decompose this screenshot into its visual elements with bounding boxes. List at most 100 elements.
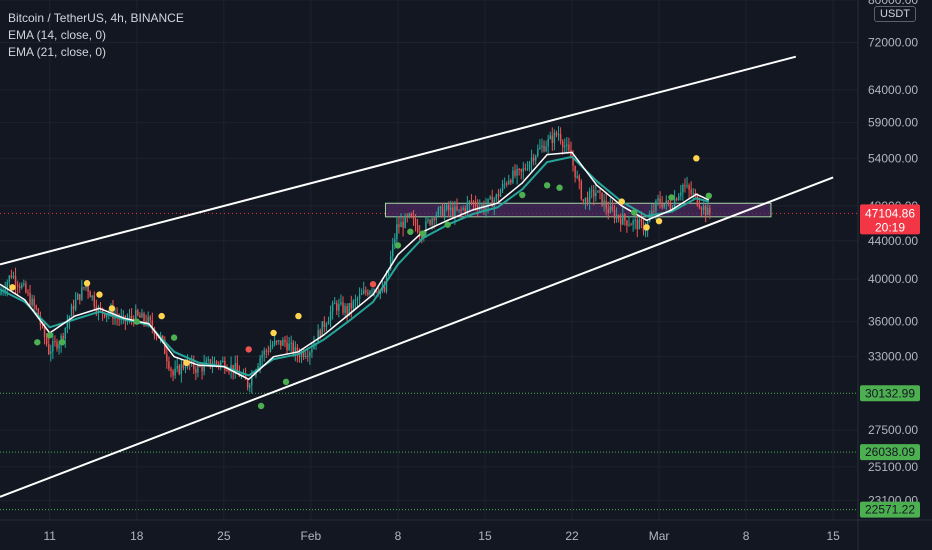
y-tick-label[interactable]: 44000.00 (868, 234, 918, 248)
candle-body[interactable] (207, 359, 210, 361)
candle-body[interactable] (630, 224, 632, 226)
candle-body[interactable] (290, 342, 292, 344)
candle-body[interactable] (336, 303, 338, 311)
candle-body[interactable] (228, 370, 230, 372)
candle-body[interactable] (83, 287, 85, 289)
candle-body[interactable] (215, 361, 218, 364)
candle-body[interactable] (259, 357, 261, 366)
candle-body[interactable] (537, 149, 539, 156)
candle-body[interactable] (394, 239, 396, 245)
candle-body[interactable] (52, 341, 54, 352)
candle-body[interactable] (472, 201, 475, 203)
candle-body[interactable] (437, 208, 440, 216)
candle-body[interactable] (628, 224, 630, 226)
candle-body[interactable] (702, 206, 705, 211)
support-level-label[interactable]: 22571.22 (865, 503, 915, 517)
candle-body[interactable] (356, 299, 359, 301)
candle-body[interactable] (288, 343, 290, 351)
candle-body[interactable] (414, 218, 417, 226)
candle-body[interactable] (597, 190, 599, 193)
signal-dot-green[interactable] (419, 230, 426, 237)
candle-body[interactable] (659, 198, 661, 204)
candle-body[interactable] (284, 339, 286, 343)
signal-dot-yellow[interactable] (270, 329, 277, 337)
y-tick-label[interactable]: 36000.00 (868, 315, 918, 329)
candle-body[interactable] (56, 341, 58, 349)
candle-body[interactable] (298, 355, 301, 358)
candle-body[interactable] (309, 352, 311, 357)
candle-body[interactable] (524, 168, 527, 170)
candle-body[interactable] (688, 185, 690, 190)
candle-body[interactable] (168, 361, 170, 369)
x-tick-label[interactable]: 25 (217, 529, 231, 543)
candle-body[interactable] (673, 198, 676, 209)
candle-body[interactable] (205, 360, 207, 363)
candle-body[interactable] (636, 219, 639, 230)
candle-body[interactable] (292, 342, 294, 354)
candle-body[interactable] (76, 294, 79, 300)
candle-body[interactable] (371, 290, 373, 292)
candle-body[interactable] (271, 344, 274, 348)
x-tick-label[interactable]: 15 (826, 529, 840, 543)
candle-body[interactable] (130, 315, 133, 319)
candle-body[interactable] (195, 368, 197, 373)
candle-body[interactable] (549, 135, 551, 140)
candle-body[interactable] (450, 207, 452, 211)
candle-body[interactable] (561, 141, 564, 148)
candle-body[interactable] (47, 344, 50, 354)
candle-body[interactable] (698, 205, 701, 209)
resistance-zone[interactable] (384, 202, 772, 218)
candle-body[interactable] (222, 360, 224, 362)
candle-body[interactable] (333, 303, 336, 305)
candle-body[interactable] (72, 305, 75, 310)
candle-body[interactable] (474, 201, 477, 207)
candle-body[interactable] (607, 208, 609, 213)
candle-body[interactable] (427, 219, 429, 222)
candle-body[interactable] (342, 302, 344, 313)
candle-body[interactable] (273, 340, 276, 345)
y-tick-label[interactable]: 25100.00 (868, 460, 918, 474)
candle-body[interactable] (176, 365, 178, 369)
candle-body[interactable] (307, 356, 309, 358)
candle-body[interactable] (54, 341, 56, 343)
candle-body[interactable] (599, 190, 601, 193)
candle-body[interactable] (557, 133, 560, 136)
candle-body[interactable] (638, 219, 641, 230)
candle-body[interactable] (626, 220, 628, 226)
y-tick-label[interactable]: 72000.00 (868, 35, 918, 49)
candle-body[interactable] (10, 275, 13, 278)
candle-body[interactable] (528, 162, 531, 169)
candle-body[interactable] (435, 215, 437, 221)
candle-body[interactable] (667, 200, 670, 204)
candle-body[interactable] (568, 144, 570, 151)
candle-body[interactable] (8, 275, 11, 282)
candle-body[interactable] (425, 221, 427, 234)
candle-body[interactable] (700, 208, 703, 211)
candle-body[interactable] (170, 368, 172, 371)
candle-body[interactable] (79, 294, 81, 300)
candle-body[interactable] (365, 290, 367, 293)
candle-body[interactable] (311, 348, 313, 353)
candle-body[interactable] (665, 200, 668, 204)
legend-ema21[interactable]: EMA (21, close, 0) (8, 44, 184, 61)
candle-body[interactable] (16, 284, 19, 287)
candle-body[interactable] (178, 365, 180, 375)
candle-body[interactable] (514, 170, 516, 176)
candle-body[interactable] (661, 203, 663, 208)
candle-body[interactable] (369, 291, 371, 295)
candle-body[interactable] (89, 291, 91, 298)
signal-dot-green[interactable] (668, 194, 675, 201)
candle-body[interactable] (508, 180, 510, 184)
candle-body[interactable] (321, 321, 323, 337)
candle-body[interactable] (27, 292, 29, 294)
candle-body[interactable] (236, 363, 239, 371)
candle-body[interactable] (566, 144, 568, 146)
signal-dot-green[interactable] (705, 192, 712, 200)
candle-body[interactable] (263, 350, 265, 356)
candle-body[interactable] (226, 369, 228, 371)
candle-body[interactable] (588, 190, 591, 204)
price-chart[interactable]: 80000.0072000.0064000.0059000.0054000.00… (0, 0, 932, 550)
y-tick-label[interactable]: 59000.00 (868, 116, 918, 130)
candle-body[interactable] (601, 192, 603, 206)
candle-body[interactable] (45, 336, 48, 345)
